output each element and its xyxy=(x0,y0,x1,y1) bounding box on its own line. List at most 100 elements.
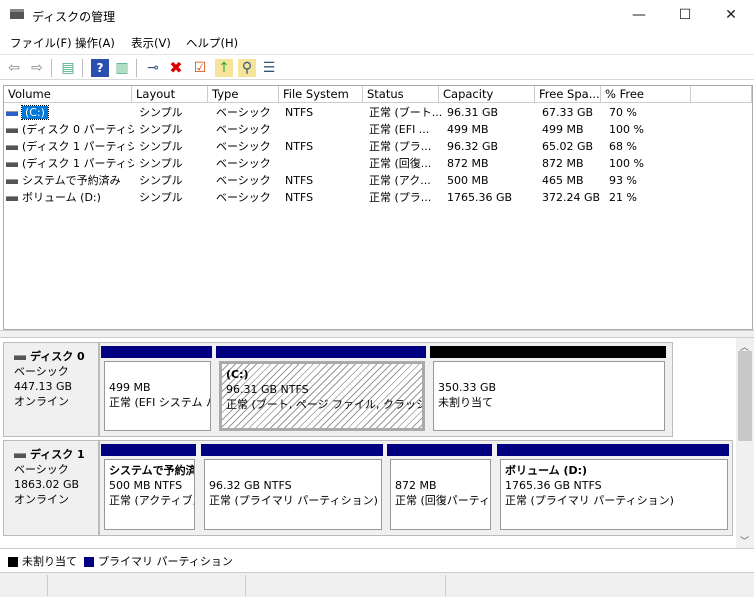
partition-block[interactable]: システムで予約済 500 MB NTFS 正常 (アクティブ, ﾌ xyxy=(104,459,195,530)
cell-status: 正常 (プラ... xyxy=(369,140,432,153)
partition-block[interactable]: 96.32 GB NTFS 正常 (プライマリ パーティション) xyxy=(204,459,382,530)
cell-pct: 21 % xyxy=(609,191,637,204)
console-tree-icon[interactable]: ▤ xyxy=(59,59,77,77)
cell-capacity: 499 MB xyxy=(447,123,489,136)
volume-icon xyxy=(6,144,18,150)
primary-partition-bar xyxy=(101,444,196,456)
disk-size: 1863.02 GB xyxy=(14,478,80,491)
partition-block[interactable]: (C:) 96.31 GB NTFS 正常 (ブート, ページ ファイル, クラ… xyxy=(219,361,425,431)
table-row[interactable]: (ディスク 1 パーティシ... シンプル ベーシック 正常 (回復... 872 MB… xyxy=(4,155,752,172)
minimize-button[interactable]: — xyxy=(616,0,662,30)
cell-type: ベーシック xyxy=(216,140,271,153)
menu-view[interactable]: 表示(V) xyxy=(131,35,171,51)
volume-icon xyxy=(6,110,18,116)
table-row[interactable]: (C:) シンプル ベーシック NTFS 正常 (ブート... 96.31 GB 67.33… xyxy=(4,104,752,121)
menu-action[interactable]: 操作(A) xyxy=(75,35,115,51)
column-header-type[interactable]: Type xyxy=(208,86,279,103)
help-icon[interactable]: ? xyxy=(91,59,109,77)
cell-status: 正常 (プラ... xyxy=(369,191,432,204)
scrollbar-thumb[interactable] xyxy=(738,351,752,441)
volume-name: (ディスク 1 パーティシ... xyxy=(22,157,134,170)
cell-type: ベーシック xyxy=(216,191,271,204)
list-icon[interactable]: ☰ xyxy=(260,59,278,77)
toolbar-separator xyxy=(51,59,52,77)
menu-help[interactable]: ヘルプ(H) xyxy=(186,35,238,51)
column-header-layout[interactable]: Layout xyxy=(132,86,208,103)
volume-icon xyxy=(6,127,18,133)
scroll-down-icon[interactable]: ﹀ xyxy=(740,534,749,547)
cell-volume: (C:) xyxy=(6,104,134,121)
primary-partition-bar xyxy=(497,444,729,456)
disk-management-icon xyxy=(10,9,24,19)
cell-volume: (ディスク 1 パーティシ... xyxy=(6,138,134,155)
toolbar-separator xyxy=(136,59,137,77)
partition-block[interactable]: 499 MB 正常 (EFI システム パ xyxy=(104,361,211,431)
disk-title: ディスク 0 xyxy=(30,350,85,363)
import-icon[interactable]: ↑ xyxy=(215,59,233,77)
maximize-button[interactable]: ☐ xyxy=(662,0,708,30)
delete-icon[interactable]: ✖ xyxy=(167,59,185,77)
vertical-scrollbar[interactable]: ︿ ﹀ xyxy=(736,338,754,548)
column-header-file-system[interactable]: File System xyxy=(279,86,363,103)
volume-name: (C:) xyxy=(21,105,49,120)
action-pane-icon[interactable]: ▥ xyxy=(113,59,131,77)
status-pane xyxy=(48,575,246,596)
cell-capacity: 1765.36 GB xyxy=(447,191,513,204)
connect-icon[interactable]: ⊸ xyxy=(144,59,162,77)
cell-type: ベーシック xyxy=(216,174,271,187)
volume-name: システムで予約済み xyxy=(22,174,121,187)
search-icon[interactable]: ⚲ xyxy=(238,59,256,77)
cell-free: 872 MB xyxy=(542,157,584,170)
table-row[interactable]: ボリューム (D:) シンプル ベーシック NTFS 正常 (プラ... 1765.36 … xyxy=(4,189,752,206)
cell-fs: NTFS xyxy=(285,174,314,187)
table-row[interactable]: システムで予約済み シンプル ベーシック NTFS 正常 (アク... 500 MB 465… xyxy=(4,172,752,189)
column-header-volume[interactable]: Volume xyxy=(4,86,132,103)
cell-layout: シンプル xyxy=(139,191,183,204)
cell-type: ベーシック xyxy=(216,106,271,119)
column-header-percent-free[interactable]: % Free xyxy=(601,86,691,103)
forward-icon[interactable]: ⇨ xyxy=(28,59,46,77)
column-header-empty xyxy=(691,86,752,103)
properties-icon[interactable]: ☑ xyxy=(191,59,209,77)
close-button[interactable]: ✕ xyxy=(708,0,754,30)
cell-capacity: 872 MB xyxy=(447,157,489,170)
menu-bar: ファイル(F) 操作(A) 表示(V) ヘルプ(H) xyxy=(0,32,754,52)
cell-layout: シンプル xyxy=(139,106,183,119)
table-row[interactable]: (ディスク 1 パーティシ... シンプル ベーシック NTFS 正常 (プラ... 96… xyxy=(4,138,752,155)
pane-splitter[interactable] xyxy=(0,330,754,338)
disk-label-1[interactable]: ディスク 1 ベーシック 1863.02 GB オンライン xyxy=(3,440,99,536)
legend-swatch xyxy=(84,557,94,567)
legend: 未割り当て プライマリ パーティション xyxy=(0,548,754,570)
table-row[interactable]: (ディスク 0 パーティシ... シンプル ベーシック 正常 (EFI ... 499 … xyxy=(4,121,752,138)
partition-size: 350.33 GB xyxy=(438,381,497,394)
legend-swatch xyxy=(8,557,18,567)
column-header-capacity[interactable]: Capacity xyxy=(439,86,535,103)
column-header-status[interactable]: Status xyxy=(363,86,439,103)
partition-size: 96.32 GB NTFS xyxy=(209,479,292,492)
cell-pct: 70 % xyxy=(609,106,637,119)
unallocated-space[interactable]: 350.33 GB 未割り当て xyxy=(433,361,665,431)
cell-layout: シンプル xyxy=(139,140,183,153)
partition-block[interactable]: 872 MB 正常 (回復パーティ xyxy=(390,459,491,530)
disk-label-0[interactable]: ディスク 0 ベーシック 447.13 GB オンライン xyxy=(3,342,99,437)
partition-status: 正常 (EFI システム パ xyxy=(109,396,211,409)
cell-free: 499 MB xyxy=(542,123,584,136)
partition-status: 正常 (ブート, ページ ファイル, クラッシュ ダン xyxy=(226,398,422,411)
legend-primary: プライマリ パーティション xyxy=(84,553,233,569)
cell-type: ベーシック xyxy=(216,157,271,170)
back-icon[interactable]: ⇦ xyxy=(5,59,23,77)
disk-name: ディスク 0 xyxy=(14,349,98,364)
column-header-free-space[interactable]: Free Spa... xyxy=(535,86,601,103)
legend-unallocated: 未割り当て xyxy=(8,553,77,569)
cell-layout: シンプル xyxy=(139,174,183,187)
legend-label: プライマリ パーティション xyxy=(98,555,233,568)
status-bar xyxy=(0,572,754,597)
disk-size: 447.13 GB xyxy=(14,380,73,393)
partition-block[interactable]: ボリューム (D:) 1765.36 GB NTFS 正常 (プライマリ パーテ… xyxy=(500,459,728,530)
cell-status: 正常 (ブート... xyxy=(369,106,441,119)
menu-file[interactable]: ファイル(F) xyxy=(10,35,72,51)
disk-title: ディスク 1 xyxy=(30,448,85,461)
cell-volume: (ディスク 0 パーティシ... xyxy=(6,121,134,138)
partition-title: ボリューム (D:) xyxy=(505,464,588,477)
cell-pct: 68 % xyxy=(609,140,637,153)
